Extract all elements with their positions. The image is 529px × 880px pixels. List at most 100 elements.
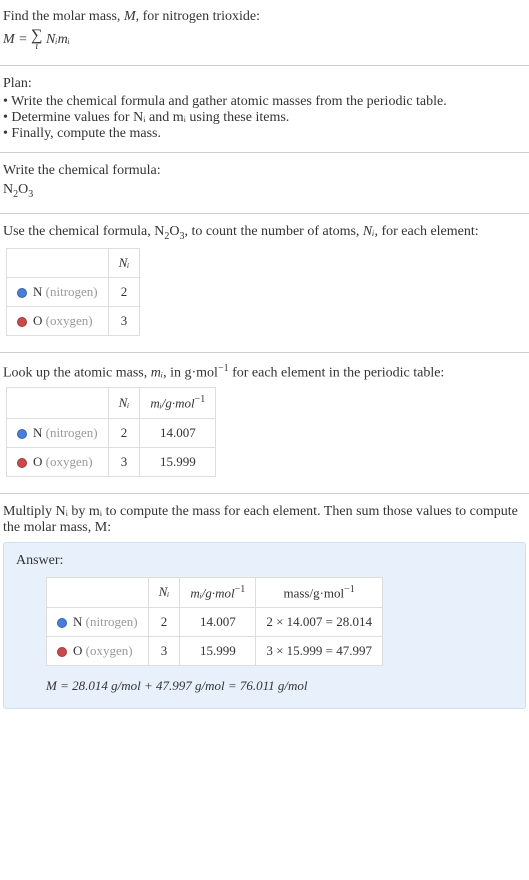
exp: −1	[235, 584, 246, 595]
plan-item: • Write the chemical formula and gather …	[3, 94, 526, 110]
divider	[0, 65, 529, 66]
exp: −1	[218, 363, 229, 374]
table-row: O (oxygen) 3 15.999 3 × 15.999 = 47.997	[47, 636, 383, 665]
table-row: O (oxygen) 3	[7, 306, 140, 335]
atom-count-table: Nᵢ N (nitrogen) 2 O (oxygen) 3	[6, 248, 140, 336]
mass-header: mass/g·mol−1	[256, 577, 383, 607]
table-row: N (nitrogen) 2	[7, 277, 140, 306]
step4-text: Multiply Nᵢ by mᵢ to compute the mass fo…	[3, 504, 526, 536]
ni: Nᵢ	[363, 224, 375, 239]
intro-block: Find the molar mass, M, for nitrogen tri…	[0, 5, 529, 59]
t: , in g·mol	[163, 365, 218, 380]
plan-item: • Determine values for Nᵢ and mᵢ using t…	[3, 110, 526, 126]
step3-block: Look up the atomic mass, mᵢ, in g·mol−1 …	[0, 359, 529, 487]
mi-cell: 15.999	[140, 447, 216, 476]
elem-name: (oxygen)	[86, 643, 133, 658]
formula-O: O	[18, 182, 28, 197]
intro-text: Find the molar mass,	[3, 9, 124, 24]
answer-title: Answer:	[16, 553, 513, 569]
elem-sym: O	[73, 643, 82, 658]
intro-equation: M = ∑i Nᵢmᵢ	[3, 25, 526, 55]
t: mᵢ/g·mol	[150, 396, 194, 411]
step2-text: Use the chemical formula, N2O3, to count…	[3, 224, 526, 242]
formula-N: N	[3, 182, 13, 197]
answer-box: Answer: Nᵢ mᵢ/g·mol−1 mass/g·mol−1 N (ni…	[3, 542, 526, 709]
table-row: O (oxygen) 3 15.999	[7, 447, 216, 476]
t: for each element in the periodic table:	[229, 365, 445, 380]
table-header-row: Nᵢ mᵢ/g·mol−1	[7, 388, 216, 418]
t: , to count the number of atoms,	[184, 224, 362, 239]
formula-sub3: 3	[28, 189, 33, 200]
t: mᵢ/g·mol	[190, 585, 234, 600]
plan-item: • Finally, compute the mass.	[3, 126, 526, 142]
table-row: N (nitrogen) 2 14.007	[7, 418, 216, 447]
step1-text: Write the chemical formula:	[3, 163, 526, 179]
table-row: N (nitrogen) 2 14.007 2 × 14.007 = 28.01…	[47, 607, 383, 636]
Ni-header: Nᵢ	[148, 577, 180, 607]
M-symbol: M	[124, 9, 136, 24]
element-cell: O (oxygen)	[47, 636, 149, 665]
Ni-cell: 3	[108, 447, 140, 476]
atomic-mass-table: Nᵢ mᵢ/g·mol−1 N (nitrogen) 2 14.007 O (o…	[6, 387, 216, 476]
elem-name: (nitrogen)	[86, 614, 138, 629]
exp: −1	[195, 394, 206, 405]
elem-sym: N	[73, 614, 82, 629]
plan-block: Plan: • Write the chemical formula and g…	[0, 72, 529, 146]
intro-line: Find the molar mass, M, for nitrogen tri…	[3, 9, 526, 25]
Ni-cell: 2	[108, 277, 140, 306]
step4-block: Multiply Nᵢ by mᵢ to compute the mass fo…	[0, 500, 529, 540]
blank-header	[47, 577, 149, 607]
t: Look up the atomic mass,	[3, 365, 151, 380]
t: O	[169, 224, 179, 239]
answer-table: Nᵢ mᵢ/g·mol−1 mass/g·mol−1 N (nitrogen) …	[46, 577, 383, 666]
Ni-cell: 3	[148, 636, 180, 665]
elem-sym: N	[33, 425, 42, 440]
mi-header: mᵢ/g·mol−1	[140, 388, 216, 418]
elem-sym: O	[33, 454, 42, 469]
blank-header	[7, 248, 109, 277]
eq-right: Nᵢmᵢ	[43, 32, 70, 47]
element-cell: O (oxygen)	[7, 447, 109, 476]
Ni-header: Nᵢ	[108, 248, 140, 277]
Ni-cell: 3	[108, 306, 140, 335]
t: , for each element:	[374, 224, 478, 239]
table-header-row: Nᵢ mᵢ/g·mol−1 mass/g·mol−1	[47, 577, 383, 607]
Ni-header: Nᵢ	[108, 388, 140, 418]
final-result: M = 28.014 g/mol + 47.997 g/mol = 76.011…	[46, 678, 513, 694]
eq-left: M =	[3, 32, 31, 47]
elem-name: (oxygen)	[46, 454, 93, 469]
t: mass/g·mol	[283, 585, 344, 600]
oxygen-dot-icon	[57, 647, 67, 657]
table-header-row: Nᵢ	[7, 248, 140, 277]
mi-cell: 14.007	[140, 418, 216, 447]
step1-block: Write the chemical formula: N2O3	[0, 159, 529, 207]
nitrogen-dot-icon	[57, 618, 67, 628]
divider	[0, 213, 529, 214]
oxygen-dot-icon	[17, 458, 27, 468]
elem-name: (nitrogen)	[46, 425, 98, 440]
element-cell: N (nitrogen)	[7, 277, 109, 306]
nitrogen-dot-icon	[17, 288, 27, 298]
step2-block: Use the chemical formula, N 2 O 3 , to count…	[0, 220, 529, 346]
divider	[0, 352, 529, 353]
elem-name: (nitrogen)	[46, 284, 98, 299]
t: Use the chemical formula, N	[3, 224, 164, 239]
elem-name: (oxygen)	[46, 313, 93, 328]
summation: ∑i	[31, 28, 42, 52]
mi-header: mᵢ/g·mol−1	[180, 577, 256, 607]
element-cell: N (nitrogen)	[7, 418, 109, 447]
Ni-cell: 2	[108, 418, 140, 447]
mass-cell: 3 × 15.999 = 47.997	[256, 636, 383, 665]
mass-cell: 2 × 14.007 = 28.014	[256, 607, 383, 636]
step3-text: Look up the atomic mass, mᵢ, in g·mol−1 …	[3, 363, 526, 382]
oxygen-dot-icon	[17, 317, 27, 327]
mi-cell: 14.007	[180, 607, 256, 636]
exp: −1	[344, 584, 355, 595]
element-cell: N (nitrogen)	[47, 607, 149, 636]
blank-header	[7, 388, 109, 418]
divider	[0, 152, 529, 153]
Ni-cell: 2	[148, 607, 180, 636]
mi-cell: 15.999	[180, 636, 256, 665]
intro-text-b: , for nitrogen trioxide:	[136, 9, 260, 24]
mi: mᵢ	[151, 365, 163, 380]
